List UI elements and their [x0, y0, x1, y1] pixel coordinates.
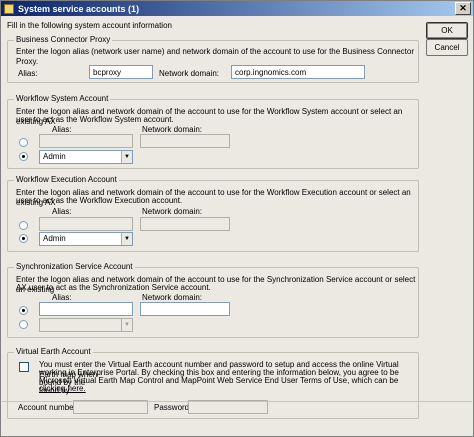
workflow-system-user-select[interactable]: Admin ▼ [39, 150, 133, 164]
workflow-execution-existing-radio[interactable] [19, 234, 28, 243]
footer-divider [2, 401, 472, 402]
password-input[interactable] [188, 400, 268, 414]
synchronization-legend: Synchronization Service Account [14, 262, 135, 272]
window-icon [4, 3, 14, 14]
account-number-input[interactable] [73, 400, 148, 414]
synchronization-domain-input[interactable] [140, 302, 230, 316]
workflow-system-custom-radio[interactable] [19, 138, 28, 147]
business-connector-group: Business Connector Proxy Enter the logon… [7, 35, 419, 83]
instructions-text: Fill in the following system account inf… [7, 21, 172, 30]
password-label: Password: [154, 403, 192, 412]
window-title: System service accounts (1) [18, 3, 140, 14]
virtual-earth-text-3: Microsoft Virtual Earth Map Control and … [39, 376, 399, 395]
title-bar[interactable]: System service accounts (1) ✕ [1, 1, 473, 16]
workflow-system-description-2: user to act as the Workflow System accou… [16, 115, 174, 124]
workflow-execution-group: Workflow Execution Account Enter the log… [7, 175, 419, 252]
synchronization-custom-radio[interactable] [19, 306, 28, 315]
selected-user: Admin [43, 152, 66, 161]
selected-user: Admin [43, 234, 66, 243]
workflow-execution-alias-input[interactable] [39, 217, 133, 231]
synchronization-user-select[interactable]: ▼ [39, 318, 133, 332]
virtual-earth-agree-checkbox[interactable] [19, 362, 29, 372]
synchronization-existing-radio[interactable] [19, 320, 28, 329]
workflow-execution-custom-radio[interactable] [19, 221, 28, 230]
workflow-execution-legend: Workflow Execution Account [14, 175, 119, 185]
synchronization-description-2: AX user to act as the Synchronization Se… [16, 283, 211, 292]
workflow-system-alias-input[interactable] [39, 134, 133, 148]
workflow-execution-domain-input[interactable] [140, 217, 230, 231]
business-connector-domain-input[interactable] [231, 65, 365, 79]
chevron-down-icon[interactable]: ▼ [121, 233, 132, 245]
workflow-system-group: Workflow System Account Enter the logon … [7, 94, 419, 169]
workflow-execution-description-2: user to act as the Workflow Execution ac… [16, 196, 183, 205]
business-connector-description: Enter the logon alias (network user name… [16, 47, 414, 66]
dialog-window: System service accounts (1) ✕ Fill in th… [0, 0, 474, 437]
synchronization-alias-input[interactable] [39, 302, 133, 316]
business-connector-alias-input[interactable] [89, 65, 153, 79]
chevron-down-icon[interactable]: ▼ [121, 319, 132, 331]
business-connector-legend: Business Connector Proxy [14, 35, 113, 45]
account-number-label: Account number: [18, 403, 79, 412]
virtual-earth-group: Virtual Earth Account You must enter the… [7, 347, 419, 419]
workflow-execution-user-select[interactable]: Admin ▼ [39, 232, 133, 246]
workflow-system-domain-input[interactable] [140, 134, 230, 148]
terms-link[interactable]: clicking here. [39, 384, 86, 394]
virtual-earth-legend: Virtual Earth Account [14, 347, 93, 357]
synchronization-group: Synchronization Service Account Enter th… [7, 262, 419, 338]
ok-button[interactable]: OK [426, 22, 468, 39]
alias-label: Alias: [18, 69, 38, 78]
domain-label: Network domain: [142, 207, 203, 216]
cancel-button[interactable]: Cancel [426, 39, 468, 56]
alias-label: Alias: [52, 207, 72, 216]
workflow-system-legend: Workflow System Account [14, 94, 111, 104]
chevron-down-icon[interactable]: ▼ [121, 151, 132, 163]
workflow-system-existing-radio[interactable] [19, 152, 28, 161]
domain-label: Network domain: [159, 69, 220, 78]
close-icon[interactable]: ✕ [455, 2, 471, 15]
